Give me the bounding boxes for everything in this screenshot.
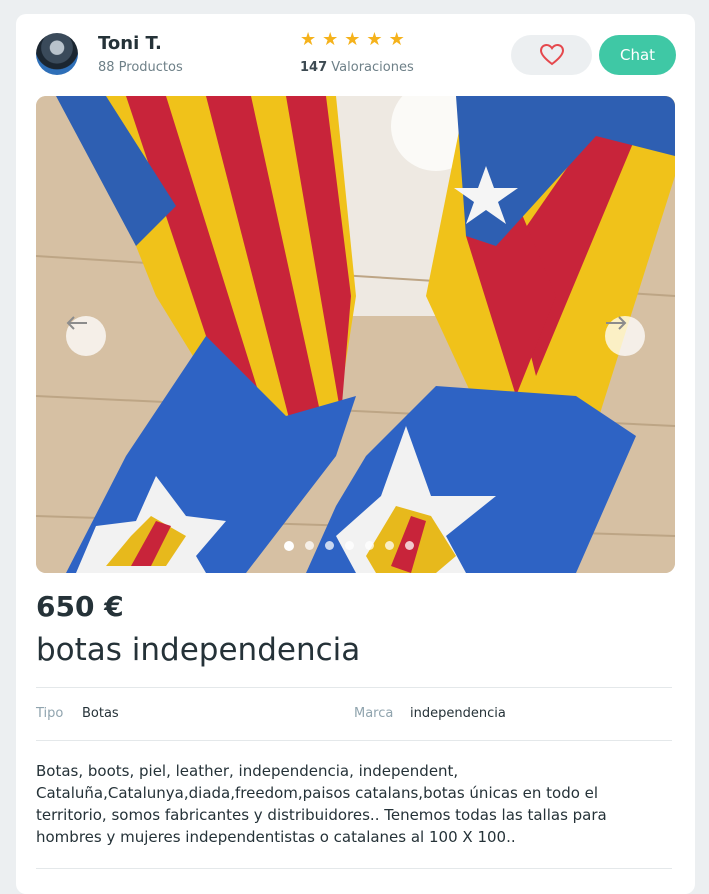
star-icon: ★ [366,29,383,50]
product-title: botas independencia [36,632,361,668]
pagination-dot[interactable] [385,541,394,550]
chat-button[interactable]: Chat [599,35,676,75]
pagination-dot[interactable] [305,541,314,550]
pagination-dot[interactable] [365,541,374,550]
star-icon: ★ [300,29,317,50]
gallery-pagination [284,540,414,551]
gallery-prev-button[interactable] [66,316,106,356]
ratings-label: Valoraciones [331,60,414,75]
product-price: 650 € [36,590,124,623]
seller-avatar[interactable] [36,33,78,75]
arrow-right-icon [606,316,627,330]
pagination-dot[interactable] [325,541,334,550]
attribute-value-tipo: Botas [82,706,119,721]
star-icon: ★ [344,29,361,50]
image-gallery[interactable] [36,96,675,573]
product-card: Toni T. 88 Productos ★ ★ ★ ★ ★ 147 Valor… [16,14,695,894]
divider [36,687,672,688]
attribute-label-tipo: Tipo [36,706,64,721]
product-description: Botas, boots, piel, leather, independenc… [36,762,607,846]
arrow-left-icon [66,316,87,330]
pagination-dot[interactable] [405,541,414,550]
seller-products-count: 88 Productos [98,60,183,75]
divider [36,740,672,741]
attribute-value-marca: independencia [410,706,506,721]
heart-icon [539,44,564,66]
ratings-count[interactable]: 147 Valoraciones [300,60,414,75]
attribute-label-marca: Marca [354,706,394,721]
seller-header: Toni T. 88 Productos ★ ★ ★ ★ ★ 147 Valor… [36,31,676,77]
star-icon: ★ [322,29,339,50]
rating-stars: ★ ★ ★ ★ ★ [300,31,405,49]
seller-name[interactable]: Toni T. [98,33,162,54]
pagination-dot[interactable] [284,540,294,551]
favorite-button[interactable] [511,35,592,75]
divider [36,868,672,869]
star-icon: ★ [388,29,405,50]
gallery-next-button[interactable] [605,316,645,356]
pagination-dot[interactable] [345,541,354,550]
product-photo [36,96,675,573]
ratings-number: 147 [300,60,328,75]
